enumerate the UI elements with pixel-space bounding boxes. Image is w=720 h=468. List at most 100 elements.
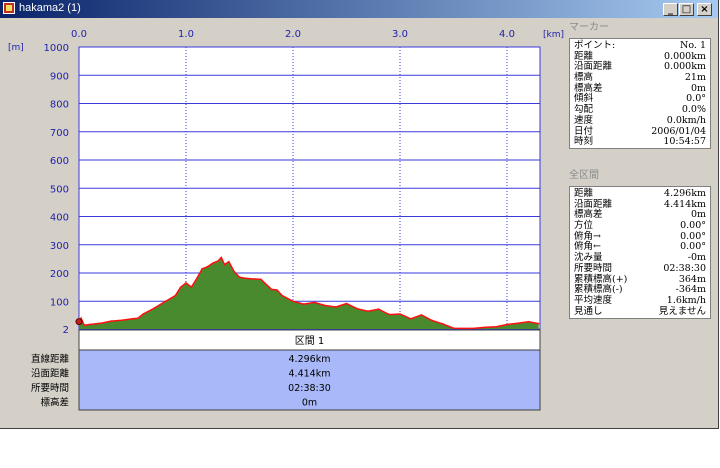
elevation-point [233,270,235,273]
y-tick-label: 600 [50,156,69,167]
elevation-point [249,277,251,280]
total-label: 見通し [574,305,603,317]
x-tick-label: 4.0 [499,29,515,40]
elevation-point [88,323,91,326]
elevation-point [281,294,284,297]
summary-label: 所要時間 [31,383,69,394]
elevation-point [292,300,294,303]
app-window: hakama2 (1) _ □ × 0.0 1.0 2.0 3.0 4.0 [km] [m]… [0,0,719,429]
elevation-point [228,260,230,263]
elevation-point [190,286,193,288]
elevation-point [217,260,219,262]
elevation-point [142,313,144,315]
total-row: 所要時間 02:38:30 [570,262,710,275]
elevation-point [174,294,177,297]
y-tick-label: 500 [50,184,69,195]
total-value: 見えません [658,305,706,317]
marker-value: 0.0km/h [666,114,706,126]
x-tick-label: 2.0 [285,29,301,40]
elevation-point [399,313,401,315]
marker-info-box: ポイント: No. 1 距離 0.000km 沿面距離 0.000km 標高 21m 標高差 0m… [569,38,711,149]
total-value: 02:38:30 [663,262,706,274]
summary-value: 0m [302,398,317,409]
elevation-point [377,308,380,311]
elevation-point [506,323,508,326]
elevation-point [153,307,155,310]
elevation-point [356,307,359,310]
elevation-point [83,324,86,327]
y-tick-label: 300 [50,241,69,252]
elevation-point [270,288,273,291]
elevation-point [195,277,198,280]
elevation-point [223,263,226,266]
elevation-point [220,256,223,259]
elevation-point [110,320,112,322]
elevation-point [238,276,241,279]
marker-row: 時刻 10:54:57 [570,136,710,148]
x-unit-label: [km] [543,30,564,40]
elevation-point [345,302,348,305]
elevation-point [420,314,423,316]
elevation-point [137,317,139,320]
window-title: hakama2 (1) [19,2,81,14]
elevation-point [201,268,203,270]
elevation-point [431,319,433,322]
elevation-point [121,319,123,322]
minimize-button[interactable]: _ [663,3,678,16]
elevation-point [495,325,498,328]
summary-value: 4.296km [289,354,331,365]
y-tick-label: 2 [63,325,69,336]
elevation-point [185,282,187,284]
elevation-point [324,304,326,307]
elevation-point [409,318,412,320]
elevation-point [527,320,530,323]
elevation-point [131,318,134,320]
elevation-chart-panel: 0.0 1.0 2.0 3.0 4.0 [km] [m] 1000 900 800 700 600 50… [2,20,564,426]
marker-section-title: マーカー [569,22,609,33]
elevation-chart[interactable]: 0.0 1.0 2.0 3.0 4.0 [km] [m] 1000 900 800 700 600 50… [2,20,564,426]
title-bar[interactable]: hakama2 (1) _ □ × [0,0,718,18]
y-tick-label: 400 [50,213,69,224]
y-tick-label: 800 [50,100,69,111]
total-label: 平均速度 [574,294,613,306]
elevation-point [206,266,209,268]
elevation-point [452,327,455,329]
elevation-point [313,301,316,304]
elevation-point [484,326,487,329]
elevation-point [302,303,305,305]
maximize-button[interactable]: □ [679,3,694,16]
elevation-point [442,323,444,325]
total-value: 1.6km/h [666,294,706,306]
elevation-point [163,301,166,303]
summary-label: 標高差 [40,397,69,409]
total-row: 見通し 見えません [570,305,710,318]
y-tick-label: 200 [50,269,69,280]
y-tick-label: 100 [50,297,69,308]
info-panel: マーカー ポイント: No. 1 距離 0.000km 沿面距離 0.000km 標高 21m… [566,20,716,426]
marker-label: 速度 [574,114,594,126]
y-tick-label: 1000 [44,43,69,54]
summary-value: 4.414km [289,369,331,380]
marker-row: 速度 0.0km/h [570,114,710,127]
elevation-point [211,262,214,264]
elevation-point [463,327,466,330]
elevation-point [244,277,246,279]
elevation-point [388,313,391,316]
total-label: 所要時間 [574,262,613,274]
elevation-point [99,322,102,325]
elevation-point [179,286,182,288]
y-tick-label: 700 [50,128,69,139]
x-tick-label: 0.0 [71,29,87,40]
elevation-point [276,289,278,291]
app-icon[interactable] [3,2,15,14]
elevation-point [537,322,540,325]
elevation-point [260,278,262,281]
close-button[interactable]: × [697,3,712,16]
elevation-point [367,310,369,312]
y-tick-label: 900 [50,71,69,82]
elevation-point [474,327,476,329]
summary-label: 沿面距離 [31,368,70,380]
segment-header-label: 区間 1 [295,335,325,347]
x-tick-label: 1.0 [178,29,194,40]
elevation-point [516,322,519,325]
